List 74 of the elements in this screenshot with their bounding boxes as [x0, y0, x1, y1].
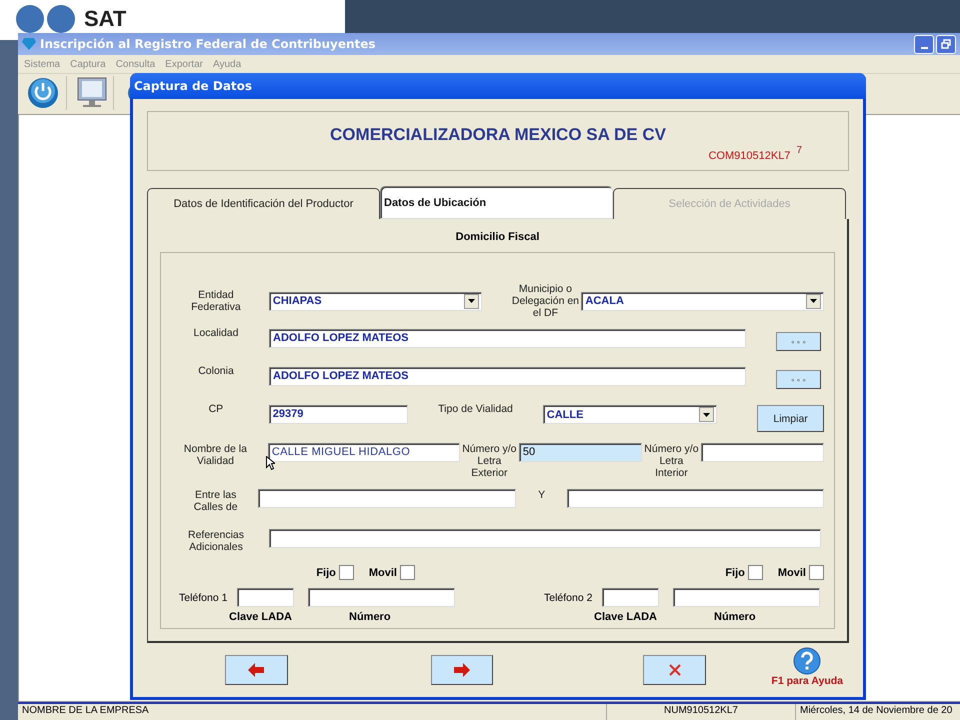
- field-caption: Clave LADA: [594, 611, 658, 623]
- window-title: Inscripción al Registro Federal de Contribuyentes: [40, 37, 377, 51]
- field-label: Entidad Federativa: [190, 289, 242, 313]
- interior-number-field[interactable]: [700, 443, 824, 462]
- browse-button[interactable]: ◦ ◦ ◦: [776, 332, 821, 351]
- field-caption: Número: [349, 611, 391, 623]
- field-caption: Clave LADA: [229, 611, 293, 623]
- input-field[interactable]: ADOLFO LOPEZ MATEOS: [269, 329, 746, 348]
- field-caption: Número: [714, 611, 756, 623]
- area-code-field[interactable]: [237, 588, 294, 607]
- field-label: Municipio o Delegación en el DF: [510, 283, 580, 319]
- field-label: Entre las Calles de: [192, 489, 239, 513]
- browse-button[interactable]: ◦ ◦ ◦: [776, 370, 821, 389]
- checkbox-label: Movil: [368, 566, 397, 578]
- minimize-icon: [920, 47, 928, 49]
- field-label: Nombre de la Vialidad: [182, 443, 248, 467]
- left-arrow-icon: [248, 663, 264, 677]
- field-label: Referencias Adicionales: [186, 529, 246, 553]
- rfc-mark: 7: [796, 145, 802, 158]
- right-arrow-icon: [454, 663, 470, 677]
- restore-button[interactable]: [936, 34, 956, 54]
- minimize-button[interactable]: [914, 34, 934, 54]
- municipality-dropdown[interactable]: ACALA: [581, 292, 824, 310]
- mouse-pointer-icon: [266, 456, 275, 470]
- road-type-dropdown[interactable]: CALLE: [542, 405, 718, 424]
- status-rfc: NUM910512KL7: [607, 704, 796, 720]
- field-label: Número y/o Letra Exterior: [461, 443, 518, 479]
- references-field[interactable]: [269, 529, 821, 548]
- state-dropdown[interactable]: CHIAPAS: [268, 292, 482, 310]
- field-label: Teléfono 1: [179, 592, 228, 604]
- restore-icon: [941, 39, 951, 49]
- checkbox-label: Fijo: [316, 566, 336, 578]
- dialog-title: Captura de Datos: [134, 79, 252, 93]
- monitor-icon[interactable]: [77, 76, 114, 110]
- cancel-button[interactable]: [643, 655, 706, 685]
- input-field[interactable]: ADOLFO LOPEZ MATEOS: [269, 367, 746, 386]
- field-label: Número y/o Letra Interior: [643, 443, 700, 479]
- help-hint: F1 para Ayuda: [771, 675, 843, 687]
- phone-number-field[interactable]: [308, 588, 455, 607]
- field-label: Colonia: [197, 365, 235, 377]
- checkbox[interactable]: [809, 565, 824, 580]
- help-icon[interactable]: [792, 647, 822, 675]
- power-icon[interactable]: [26, 76, 67, 110]
- tab[interactable]: Datos de Ubicación: [380, 186, 613, 219]
- back-button[interactable]: [225, 655, 288, 685]
- clear-button[interactable]: Limpiar: [757, 405, 824, 432]
- diamond-icon: [22, 38, 36, 50]
- exterior-number-field[interactable]: 50: [518, 443, 642, 462]
- field-label: CP: [208, 403, 224, 415]
- logo-text: SAT: [84, 7, 126, 31]
- phone-number-field[interactable]: [673, 588, 820, 607]
- company-name: COMERCIALIZADORA MEXICO SA DE CV: [330, 125, 666, 145]
- checkbox-label: Fijo: [725, 566, 745, 578]
- tab[interactable]: Datos de Identificación del Productor: [147, 188, 380, 219]
- checkbox[interactable]: [400, 565, 415, 580]
- field-label: Teléfono 2: [544, 592, 594, 604]
- checkbox-label: Movil: [778, 566, 806, 578]
- status-date: Miércoles, 14 de Noviembre de 20: [796, 704, 960, 720]
- logo-circles-icon: [16, 4, 76, 34]
- field-label: Y: [537, 489, 546, 501]
- close-icon: [668, 664, 681, 676]
- postal-code-field[interactable]: 29379: [268, 405, 408, 424]
- rfc-text: COM910512KL7: [708, 150, 790, 162]
- field-label: Tipo de Vialidad: [437, 403, 514, 415]
- street-name-field[interactable]: CALLE MIGUEL HIDALGO: [268, 443, 460, 462]
- status-company: NOMBRE DE LA EMPRESA: [18, 704, 607, 720]
- checkbox[interactable]: [748, 565, 763, 580]
- field-label: Localidad: [192, 327, 240, 339]
- between-streets-field[interactable]: [258, 489, 516, 508]
- next-button[interactable]: [430, 655, 494, 685]
- area-code-field[interactable]: [602, 588, 659, 607]
- section-title: Domicilio Fiscal: [454, 231, 540, 243]
- checkbox[interactable]: [338, 565, 354, 580]
- second-street-field[interactable]: [567, 489, 824, 508]
